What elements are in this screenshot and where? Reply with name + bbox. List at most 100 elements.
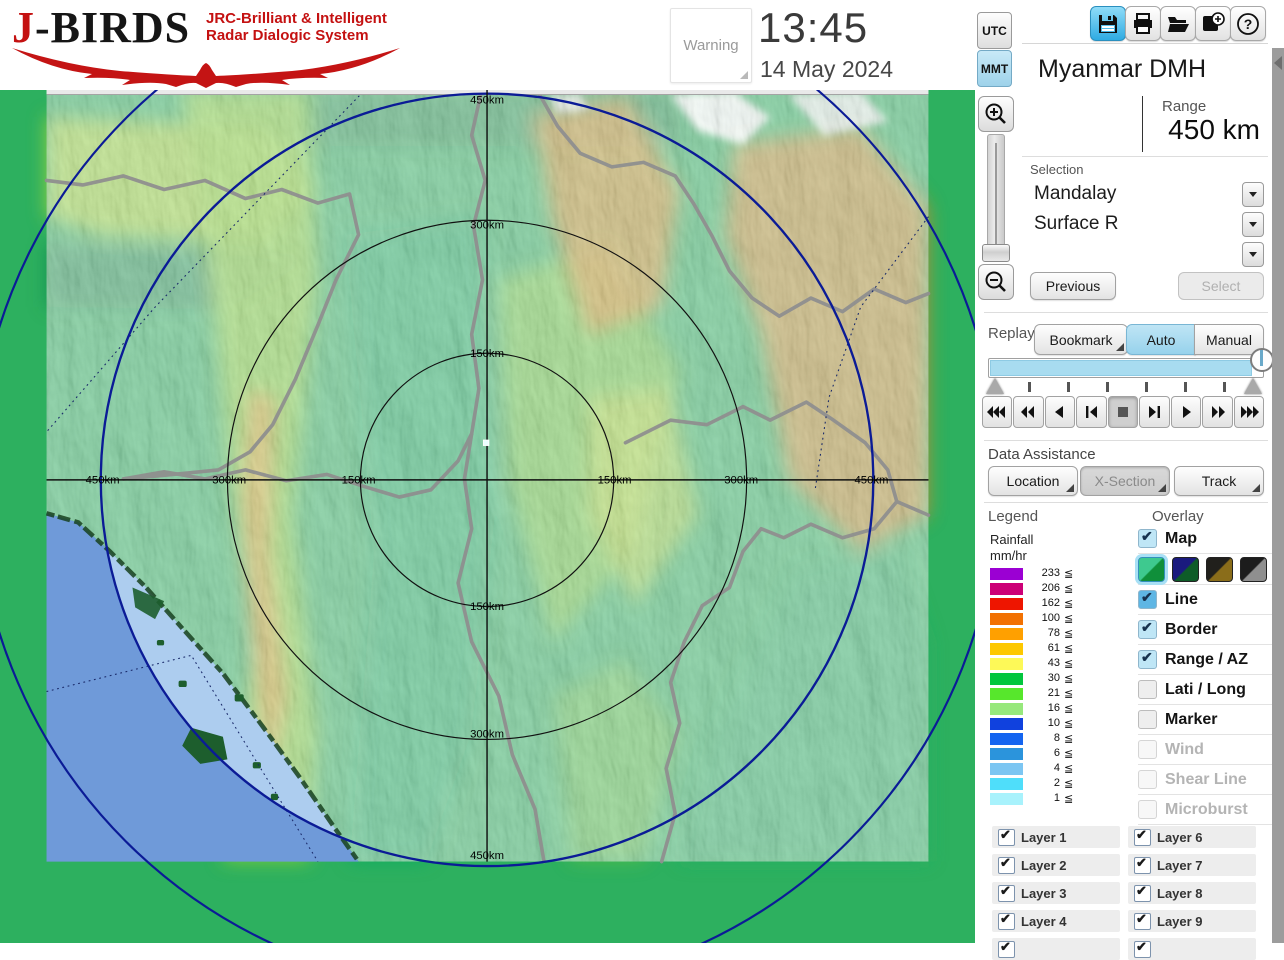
map-style-3[interactable] xyxy=(1206,556,1233,582)
layer-5-toggle-partial[interactable] xyxy=(992,938,1120,960)
dropdown-arrow-icon[interactable] xyxy=(1242,212,1264,237)
layer-10-toggle-partial[interactable] xyxy=(1128,938,1256,960)
help-icon: ? xyxy=(1237,12,1259,35)
svg-text:150km: 150km xyxy=(470,601,504,613)
dropdown-product[interactable]: Surface R xyxy=(1028,210,1264,238)
layer-4-toggle[interactable]: Layer 4 xyxy=(992,910,1120,932)
legend-swatch xyxy=(990,733,1023,745)
zoom-in-button[interactable] xyxy=(978,96,1014,132)
dropdown-option[interactable] xyxy=(1028,240,1264,268)
range-value: 450 km xyxy=(1168,114,1260,145)
open-folder-button[interactable] xyxy=(1160,6,1196,41)
overlay-item-marker[interactable]: Marker xyxy=(1138,705,1272,735)
checkbox-range-az[interactable] xyxy=(1138,649,1157,669)
legend-row: 233 ≦ xyxy=(990,567,1110,582)
zoom-out-icon xyxy=(985,271,1006,292)
auto-button[interactable]: Auto xyxy=(1126,324,1196,355)
help-button[interactable]: ? xyxy=(1230,6,1266,41)
layer-2-checkbox[interactable] xyxy=(998,855,1015,874)
select-button[interactable]: Select xyxy=(1178,272,1264,300)
layer-7-checkbox[interactable] xyxy=(1134,855,1151,874)
legend-row: 10 ≦ xyxy=(990,717,1110,732)
warning-button[interactable]: Warning xyxy=(670,8,752,83)
x-section-button[interactable]: X-Section xyxy=(1080,466,1170,496)
layer-9-checkbox[interactable] xyxy=(1134,911,1151,930)
checkbox-lati-long[interactable] xyxy=(1138,680,1157,699)
panel-collapse-icon[interactable] xyxy=(1274,56,1282,70)
layer-2-toggle[interactable]: Layer 2 xyxy=(992,854,1120,876)
layer-4-checkbox[interactable] xyxy=(998,911,1015,930)
step-back-button[interactable] xyxy=(1076,396,1107,428)
checkbox-line[interactable] xyxy=(1138,589,1157,609)
radar-map[interactable]: 450km 300km 150km 150km 300km 450km 450k… xyxy=(0,0,1000,960)
layer-7-toggle[interactable]: Layer 7 xyxy=(1128,854,1256,876)
svg-text:150km: 150km xyxy=(598,474,632,486)
track-button[interactable]: Track xyxy=(1174,466,1264,496)
svg-text:450km: 450km xyxy=(470,95,504,107)
play-reverse-button[interactable] xyxy=(1044,396,1076,428)
replay-end-marker[interactable] xyxy=(1244,378,1262,394)
overlay-item-map[interactable]: Map xyxy=(1138,524,1272,554)
stop-button[interactable] xyxy=(1107,396,1139,428)
previous-button[interactable]: Previous xyxy=(1030,272,1116,300)
fast-rewind-2-icon xyxy=(1020,406,1034,418)
step-forward-button[interactable] xyxy=(1139,396,1170,428)
layer-6-toggle[interactable]: Layer 6 xyxy=(1128,826,1256,848)
layer-8-checkbox[interactable] xyxy=(1134,883,1151,902)
warning-label: Warning xyxy=(683,37,739,54)
zoom-slider-handle[interactable] xyxy=(982,244,1010,262)
radar-map-view[interactable]: 450km 300km 150km 150km 300km 450km 450k… xyxy=(0,0,1000,960)
legend-swatch xyxy=(990,658,1023,670)
overlay-item-range-az[interactable]: Range / AZ xyxy=(1138,645,1272,675)
map-style-4[interactable] xyxy=(1240,556,1267,582)
zoom-out-button[interactable] xyxy=(978,264,1014,300)
dropdown-arrow-icon[interactable] xyxy=(1242,242,1264,267)
location-button[interactable]: Location xyxy=(988,466,1078,496)
fast-forward-3-icon xyxy=(1240,406,1259,418)
layer-1-toggle[interactable]: Layer 1 xyxy=(992,826,1120,848)
legend-row: 1 ≦ xyxy=(990,792,1110,807)
overlay-item-lati-long[interactable]: Lati / Long xyxy=(1138,675,1272,705)
save-button[interactable] xyxy=(1090,6,1126,41)
play-button[interactable] xyxy=(1170,396,1202,428)
map-style-2[interactable] xyxy=(1172,556,1199,582)
mmt-button[interactable]: MMT xyxy=(977,50,1012,87)
svg-text:300km: 300km xyxy=(470,729,504,741)
stop-icon xyxy=(1117,407,1128,417)
fast-rewind-3-button[interactable] xyxy=(982,396,1013,428)
layer-6-checkbox[interactable] xyxy=(1134,827,1151,846)
replay-slider-track[interactable] xyxy=(988,358,1264,378)
legend-swatch xyxy=(990,793,1023,805)
panel-edge-strip[interactable] xyxy=(1272,48,1284,943)
layer-3-checkbox[interactable] xyxy=(998,883,1015,902)
dropdown-arrow-icon[interactable] xyxy=(1242,182,1264,207)
clock-date: 14 May 2024 xyxy=(760,56,893,82)
fast-forward-3-button[interactable] xyxy=(1233,396,1264,428)
print-button[interactable] xyxy=(1125,6,1161,41)
legend-swatch xyxy=(990,613,1023,625)
replay-start-marker[interactable] xyxy=(986,378,1004,394)
layer-8-toggle[interactable]: Layer 8 xyxy=(1128,882,1256,904)
export-image-button[interactable] xyxy=(1195,6,1231,41)
zoom-slider-track[interactable] xyxy=(987,134,1005,262)
bookmark-button[interactable]: Bookmark xyxy=(1034,324,1128,355)
legend-swatch xyxy=(990,643,1023,655)
replay-slider-handle[interactable] xyxy=(1250,348,1274,372)
layer-1-checkbox[interactable] xyxy=(998,827,1015,846)
dropdown-site-value: Mandalay xyxy=(1034,183,1117,204)
overlay-item-border[interactable]: Border xyxy=(1138,615,1272,645)
map-style-1[interactable] xyxy=(1138,556,1165,582)
svg-text:300km: 300km xyxy=(212,474,246,486)
fast-forward-2-button[interactable] xyxy=(1202,396,1233,428)
utc-button[interactable]: UTC xyxy=(977,12,1012,49)
overlay-item-line[interactable]: Line xyxy=(1138,585,1272,615)
dropdown-site[interactable]: Mandalay xyxy=(1028,180,1264,208)
step-back-icon xyxy=(1085,406,1097,418)
fast-rewind-2-button[interactable] xyxy=(1013,396,1044,428)
checkbox-map[interactable] xyxy=(1138,528,1157,548)
layer-9-toggle[interactable]: Layer 9 xyxy=(1128,910,1256,932)
layer-3-toggle[interactable]: Layer 3 xyxy=(992,882,1120,904)
checkbox-marker[interactable] xyxy=(1138,710,1157,729)
legend-swatch xyxy=(990,718,1023,730)
checkbox-border[interactable] xyxy=(1138,619,1157,639)
